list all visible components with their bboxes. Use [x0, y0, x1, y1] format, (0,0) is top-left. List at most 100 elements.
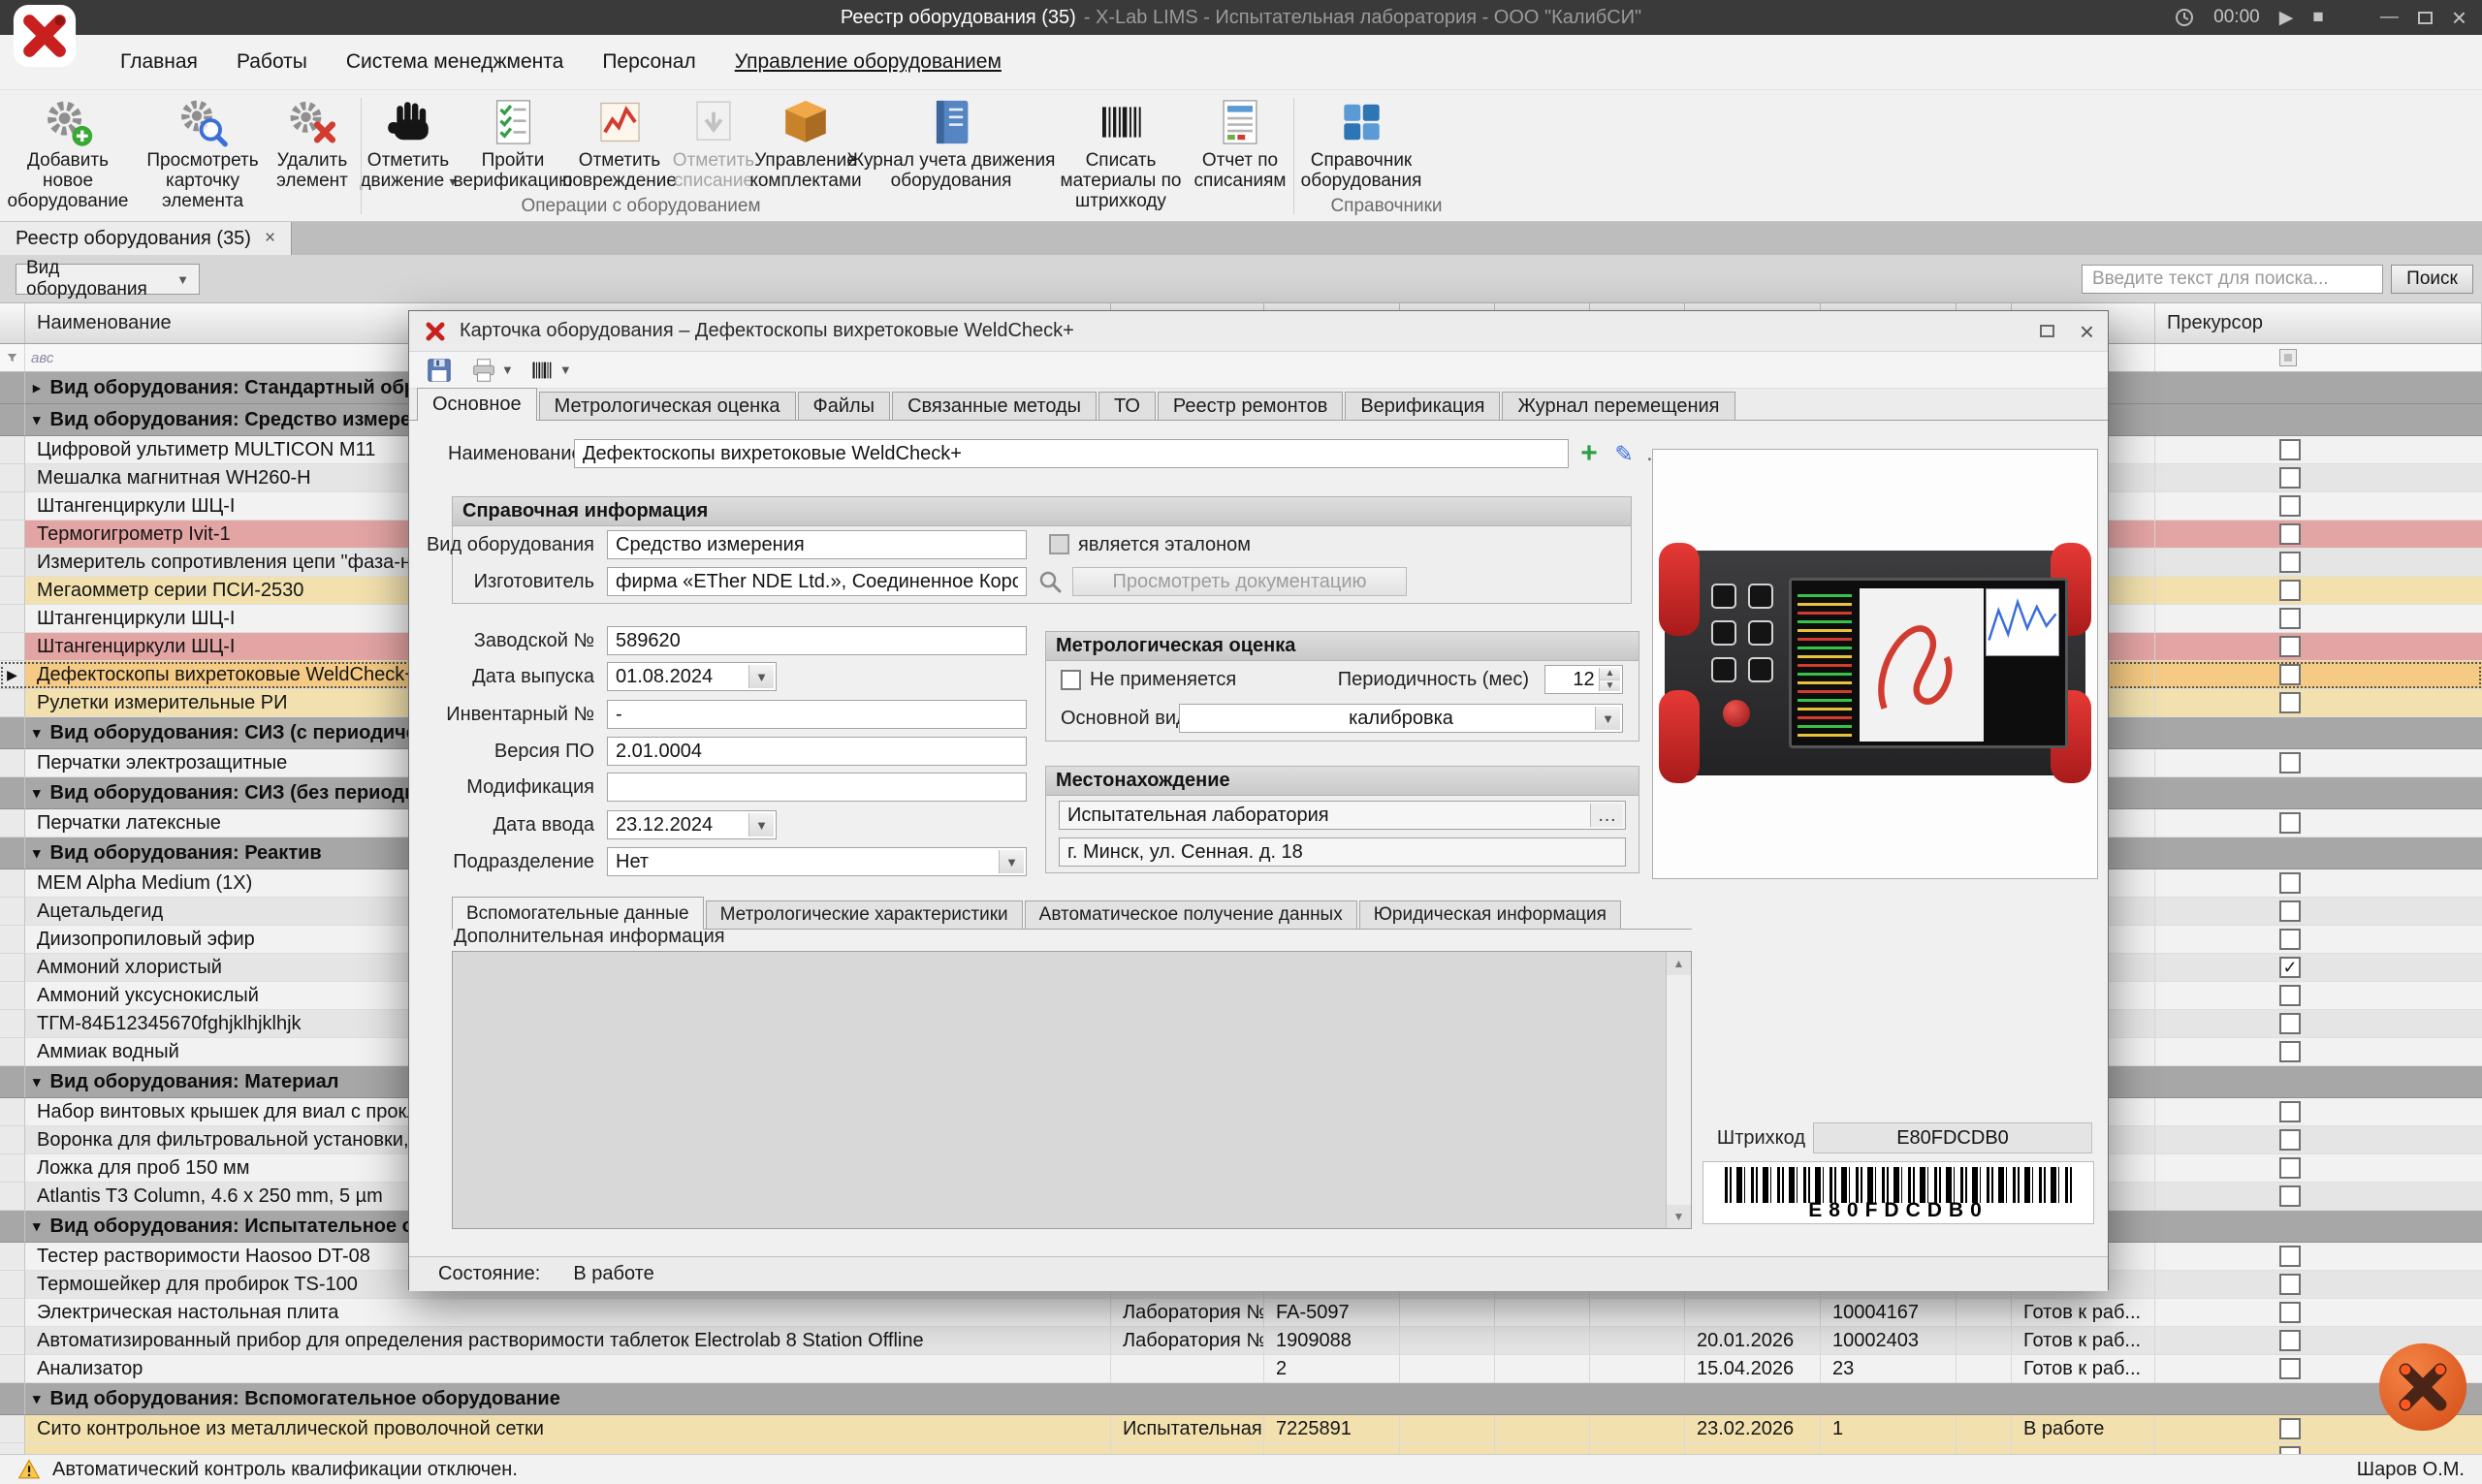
table-row[interactable]: Автоматизированный прибор для определени…	[0, 1327, 2482, 1355]
precursor-checkbox[interactable]	[2279, 1446, 2301, 1454]
type-field[interactable]: Средство измерения	[607, 530, 1027, 559]
writeoff-by-barcode-button[interactable]: Списать материалы по штрихкоду	[1036, 97, 1206, 211]
precursor-checkbox[interactable]	[2279, 1302, 2301, 1323]
scrollbar[interactable]: ▲▼	[1666, 952, 1691, 1228]
print-button[interactable]: ▼	[463, 354, 520, 387]
menu-item-equipment-management[interactable]: Управление оборудованием	[716, 41, 1021, 83]
expand-icon[interactable]: ▾	[33, 784, 41, 802]
table-row[interactable]: Анализатор215.04.202623Готов к раб...	[0, 1355, 2482, 1383]
precursor-checkbox[interactable]	[2279, 467, 2301, 489]
precursor-checkbox[interactable]	[2279, 1274, 2301, 1295]
precursor-checkbox[interactable]	[2279, 692, 2301, 713]
barcode-print-button[interactable]: ▼	[524, 355, 578, 386]
serial-field[interactable]: 589620	[607, 626, 1027, 655]
tab-linked-methods[interactable]: Связанные методы	[892, 392, 1097, 420]
precursor-checkbox[interactable]	[2279, 1157, 2301, 1179]
tab-verification[interactable]: Верификация	[1345, 392, 1500, 420]
subtab-metrological-characteristics[interactable]: Метрологические характеристики	[706, 900, 1023, 929]
precursor-checkbox[interactable]	[2279, 664, 2301, 685]
search-input[interactable]	[2082, 265, 2383, 294]
equipment-directory-button[interactable]: Справочник оборудования	[1291, 97, 1432, 191]
tab-movement-journal[interactable]: Журнал перемещения	[1502, 392, 1734, 420]
precursor-checkbox[interactable]	[2279, 1330, 2301, 1351]
menu-item-personnel[interactable]: Персонал	[583, 41, 715, 83]
precursor-checkbox[interactable]	[2279, 812, 2301, 834]
expand-icon[interactable]: ▾	[33, 844, 41, 862]
subtab-automatic-data[interactable]: Автоматическое получение данных	[1025, 900, 1357, 929]
precursor-checkbox[interactable]	[2279, 1185, 2301, 1207]
precursor-checkbox[interactable]	[2279, 1418, 2301, 1439]
dialog-close-button[interactable]: ×	[2080, 319, 2094, 344]
extra-info-textarea[interactable]: ▲▼	[452, 951, 1692, 1229]
tab-close-icon[interactable]: ×	[265, 228, 275, 249]
software-version-field[interactable]: 2.01.0004	[607, 737, 1027, 766]
group-row[interactable]: ▾Вид оборудования: Вспомогательное обору…	[0, 1383, 2482, 1415]
mark-movement-button[interactable]: Отметить движение ▾	[350, 97, 466, 192]
precursor-checkbox[interactable]	[2279, 636, 2301, 657]
spinner-arrows[interactable]: ▲▼	[1599, 668, 1620, 691]
menu-item-works[interactable]: Работы	[217, 41, 327, 83]
tab-repairs[interactable]: Реестр ремонтов	[1158, 392, 1343, 420]
precursor-checkbox[interactable]	[2279, 1041, 2301, 1062]
department-dropdown[interactable]: Нет▼	[607, 847, 1027, 876]
table-row[interactable]	[0, 1443, 2482, 1454]
precursor-checkbox[interactable]	[2279, 1101, 2301, 1122]
precursor-checkbox[interactable]	[2279, 1129, 2301, 1151]
not-applicable-checkbox[interactable]	[1061, 670, 1081, 690]
dialog-titlebar[interactable]: Карточка оборудования – Дефектоскопы вих…	[409, 311, 2108, 352]
table-row[interactable]: Электрическая настольная плитаЛаборатори…	[0, 1299, 2482, 1327]
precursor-checkbox[interactable]	[2279, 580, 2301, 601]
add-equipment-button[interactable]: Добавить новое оборудование	[3, 97, 134, 211]
tab-maintenance[interactable]: ТО	[1098, 392, 1156, 420]
precursor-checkbox[interactable]	[2279, 439, 2301, 460]
modification-field[interactable]	[607, 773, 1027, 802]
tab-main[interactable]: Основное	[417, 388, 537, 421]
address-field[interactable]: г. Минск, ул. Сенная. д. 18	[1059, 837, 1626, 867]
tab-equipment-registry[interactable]: Реестр оборудования (35) ×	[0, 222, 292, 255]
release-date-field[interactable]: 01.08.2024▼	[607, 662, 777, 691]
chevron-down-icon[interactable]: ▼	[999, 850, 1024, 873]
add-icon[interactable]: +	[1575, 439, 1604, 468]
maximize-button[interactable]	[2418, 12, 2433, 24]
maker-field[interactable]: фирма «EТher NDE Ltd.», Соединенное Коро…	[607, 567, 1027, 596]
menu-item-management-system[interactable]: Система менеджмента	[327, 41, 583, 83]
scroll-up-icon[interactable]: ▲	[1667, 952, 1691, 975]
expand-icon[interactable]: ▾	[33, 1073, 41, 1090]
precursor-checkbox[interactable]	[2279, 900, 2301, 922]
location-field[interactable]: Испытательная лаборатория…	[1059, 801, 1626, 830]
precursor-checkbox[interactable]	[2279, 752, 2301, 774]
menu-item-home[interactable]: Главная	[101, 41, 217, 83]
chevron-down-icon[interactable]: ▼	[748, 813, 774, 837]
periodicity-spinner[interactable]: 12▲▼	[1544, 665, 1623, 694]
close-button[interactable]: ×	[2452, 3, 2466, 33]
view-type-dropdown[interactable]: Вид оборудования▼	[16, 264, 200, 295]
precursor-checkbox[interactable]	[2279, 608, 2301, 629]
precursor-checkbox[interactable]	[2279, 552, 2301, 573]
precursor-checkbox[interactable]	[2279, 495, 2301, 517]
pass-verification-button[interactable]: Пройти верификацию	[453, 97, 574, 191]
ellipsis-button[interactable]: …	[1590, 804, 1623, 827]
dialog-maximize-button[interactable]	[2040, 325, 2054, 337]
precursor-checkbox[interactable]	[2279, 1246, 2301, 1267]
expand-icon[interactable]: ▾	[33, 411, 41, 428]
precursor-checkbox[interactable]	[2279, 523, 2301, 545]
expand-icon[interactable]: ▾	[33, 724, 41, 742]
save-button[interactable]	[419, 354, 460, 387]
view-card-button[interactable]: Просмотреть карточку элемента	[128, 97, 278, 211]
subtab-legal-info[interactable]: Юридическая информация	[1359, 900, 1621, 929]
minimize-button[interactable]: —	[2380, 7, 2399, 28]
precursor-checkbox[interactable]	[2279, 1358, 2301, 1379]
expand-icon[interactable]: ▾	[33, 1217, 41, 1235]
precursor-checkbox[interactable]: ✓	[2279, 957, 2301, 978]
search-button[interactable]: Поиск	[2391, 265, 2473, 294]
barcode-value-field[interactable]: E80FDCDB0	[1813, 1122, 2092, 1153]
tab-files[interactable]: Файлы	[798, 392, 891, 420]
timer-stop-button[interactable]: ■	[2312, 7, 2323, 28]
scroll-down-icon[interactable]: ▼	[1667, 1205, 1691, 1228]
name-field[interactable]: Дефектоскопы вихретоковые WeldCheck+	[574, 439, 1569, 468]
movement-journal-button[interactable]: Журнал учета движения оборудования	[847, 97, 1056, 191]
edit-icon[interactable]: ✎	[1609, 439, 1639, 468]
expand-icon[interactable]: ▸	[33, 379, 41, 396]
precursor-checkbox[interactable]	[2279, 1013, 2301, 1034]
precursor-checkbox[interactable]	[2279, 985, 2301, 1006]
